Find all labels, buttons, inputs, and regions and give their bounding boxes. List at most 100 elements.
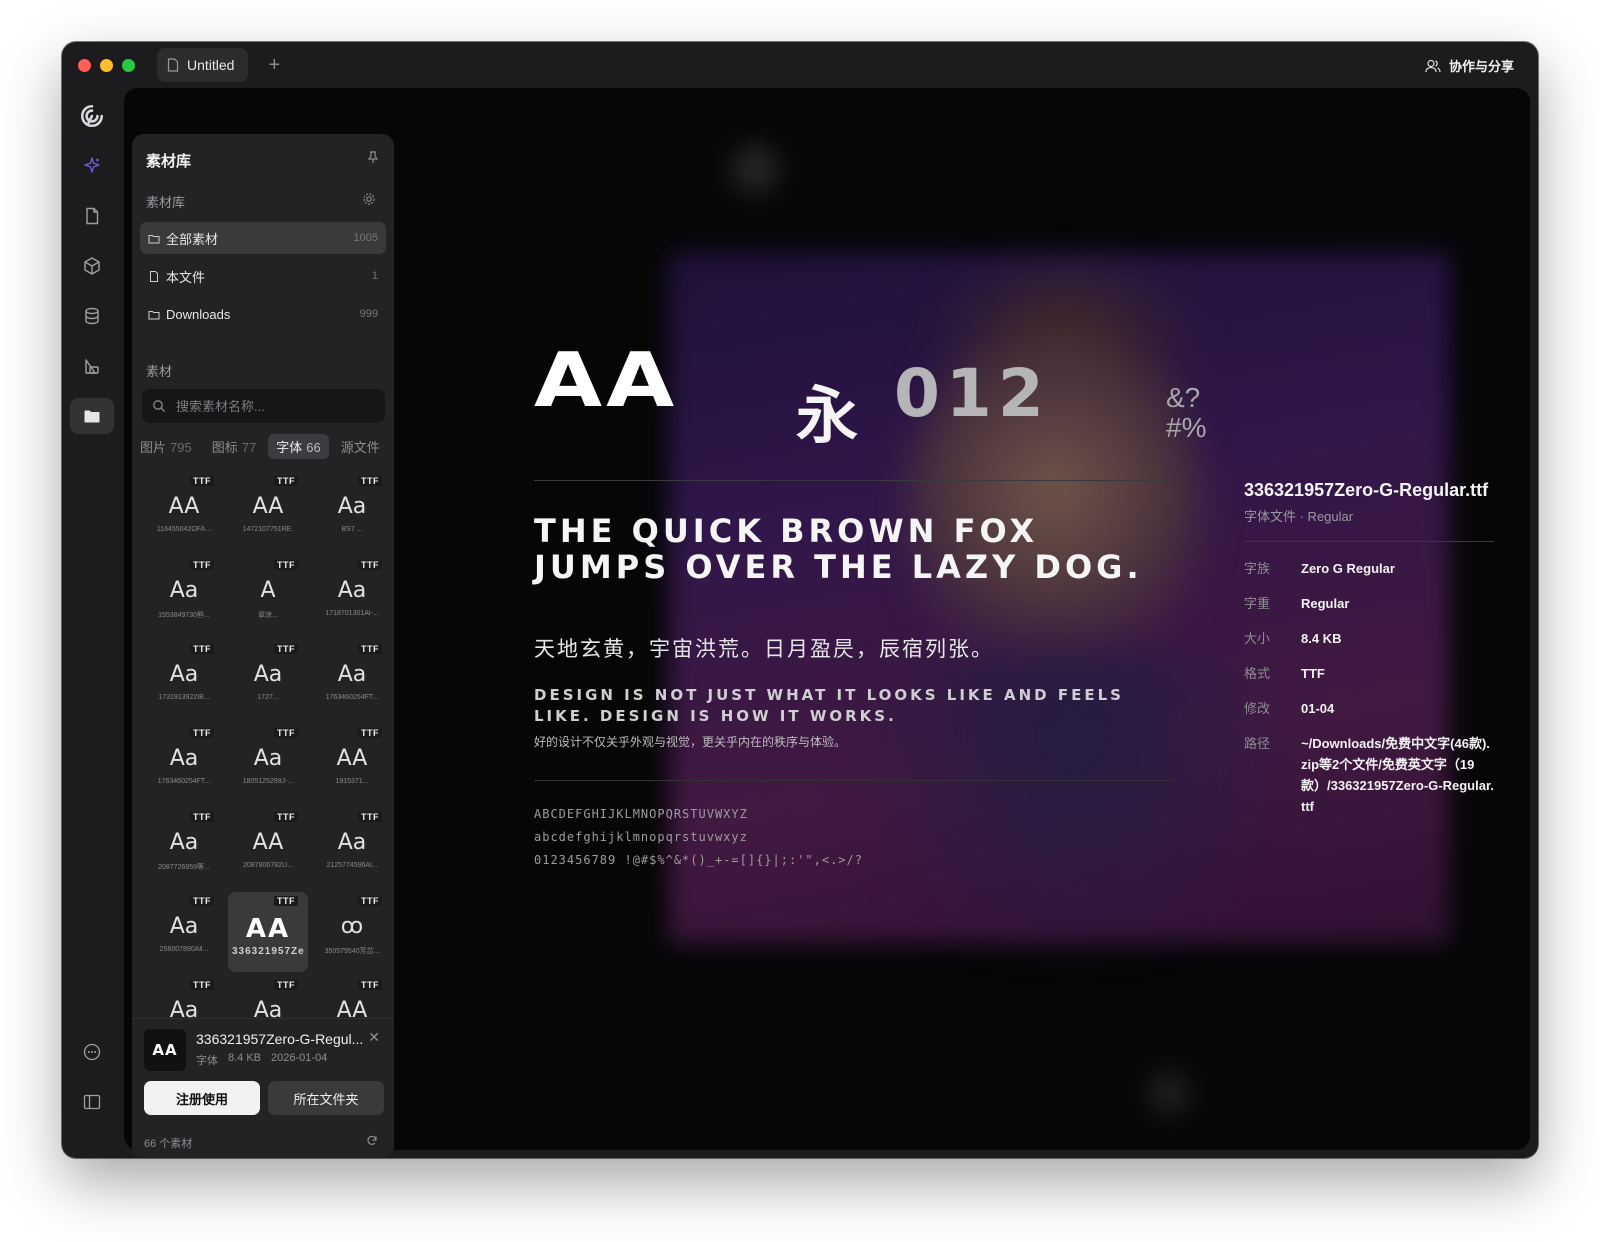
share-label: 协作与分享 xyxy=(1448,59,1514,74)
preview-quote-cn: 好的设计不仅关乎外观与视觉，更关乎内在的秩序与体验。 xyxy=(534,735,847,749)
library-item-downloads[interactable]: Downloads 999 xyxy=(140,298,386,330)
ttf-badge: TTF xyxy=(358,728,382,738)
library-item-current-file[interactable]: 本文件 1 xyxy=(140,260,386,292)
preview-pangram: The quick brown fox jumps over the lazy … xyxy=(534,512,1143,586)
left-rail xyxy=(62,88,124,1158)
font-grid-item[interactable]: TTF AA xyxy=(312,976,386,1018)
charset-digits-symbols: 0123456789 !@#$%^&*()_+-=[]{}|;:'",<.>/? xyxy=(534,853,863,867)
font-grid-item[interactable]: TTF A 翠凉... xyxy=(228,556,308,636)
close-icon[interactable]: ✕ xyxy=(368,1029,380,1046)
font-glyph-sample: AA xyxy=(336,746,368,771)
filter-source-files[interactable]: 源文件 xyxy=(333,434,388,459)
ttf-badge: TTF xyxy=(358,560,382,570)
divider xyxy=(534,480,1172,481)
selected-font-type: 字体 xyxy=(196,1055,218,1067)
refresh-icon[interactable] xyxy=(366,1135,378,1147)
search-input[interactable] xyxy=(174,397,368,415)
share-button[interactable]: 协作与分享 xyxy=(1425,56,1514,75)
font-grid-item[interactable]: TTF AA 336321957Ze xyxy=(228,892,308,972)
zoom-window-button[interactable] xyxy=(122,58,135,72)
font-glyph-sample: Aa xyxy=(169,662,199,687)
cube-icon[interactable] xyxy=(70,248,114,284)
close-window-button[interactable] xyxy=(78,58,91,72)
font-glyph-sample: Aa xyxy=(337,662,367,687)
font-grid-item[interactable]: TTF Aa BS7 ... xyxy=(312,472,386,552)
preview-quote: Design is not just what it looks like an… xyxy=(534,686,1124,725)
font-grid-item[interactable]: TTF AA 1472107751RE. xyxy=(228,472,308,552)
font-grid-item[interactable]: TTF Aa 2125774596Al... xyxy=(312,808,386,888)
font-grid-item[interactable]: TTF AA 2087806782U... xyxy=(228,808,308,888)
ttf-badge: TTF xyxy=(358,812,382,822)
font-file-name: BS7 ... xyxy=(341,526,363,533)
more-options-icon[interactable] xyxy=(70,1034,114,1070)
font-glyph-sample: Aa xyxy=(169,914,199,939)
document-tab[interactable]: Untitled xyxy=(157,48,249,82)
new-tab-button[interactable]: + xyxy=(268,55,280,75)
ttf-badge: TTF xyxy=(190,896,214,906)
font-grid-item[interactable]: TTF Aa 1805125299J-... xyxy=(228,724,308,804)
font-grid-item[interactable]: TTF Aa 1718701301Al-... xyxy=(312,556,386,636)
font-file-name: 1915371... xyxy=(335,778,369,785)
filter-icons[interactable]: 图标 77 xyxy=(204,434,264,459)
library-section-label: 素材库 xyxy=(146,195,186,210)
library-item-count: 1005 xyxy=(353,232,378,244)
font-grid-item[interactable]: TTF Aa 1727... xyxy=(228,640,308,720)
sidebar-toggle-icon[interactable] xyxy=(70,1084,114,1120)
font-grid: TTF AA 116455042OFA... TTF AA 1472107751RE. TT… xyxy=(140,472,386,1018)
font-grid-item[interactable]: TTF Aa 1763460254FT... xyxy=(144,724,224,804)
font-grid-item[interactable]: TTF Aa 1763460254FT... xyxy=(312,640,386,720)
ttf-badge: TTF xyxy=(274,560,298,570)
selected-font-thumbnail: AA xyxy=(144,1029,186,1071)
filter-fonts[interactable]: 字体 66 xyxy=(268,434,329,459)
font-file-name: 336321957Ze xyxy=(232,946,304,957)
ai-sparkle-icon[interactable] xyxy=(70,148,114,184)
font-grid-item[interactable]: TTF AA 116455042OFA... xyxy=(144,472,224,552)
ttf-badge: TTF xyxy=(190,980,214,990)
ttf-badge: TTF xyxy=(358,896,382,906)
font-grid-item[interactable]: TTF Aa 2087726959等... xyxy=(144,808,224,888)
charset-uppercase: ABCDEFGHIJKLMNOPQRSTUVWXYZ xyxy=(534,807,748,821)
ttf-badge: TTF xyxy=(274,896,298,906)
ttf-badge: TTF xyxy=(358,644,382,654)
shapes-icon[interactable] xyxy=(70,348,114,384)
material-library-panel: 素材库 素材库 全部素材 1005 本文件 1 Downloads 999 素材… xyxy=(132,134,394,1158)
search-field[interactable] xyxy=(142,389,385,423)
ttf-badge: TTF xyxy=(190,812,214,822)
library-item-all[interactable]: 全部素材 1005 xyxy=(140,222,386,254)
folder-icon[interactable] xyxy=(70,398,114,434)
info-row-modified: 修改 01-04 xyxy=(1244,701,1335,716)
font-grid-item[interactable]: TTF Aa 1553849730熊... xyxy=(144,556,224,636)
font-grid-item[interactable]: TTF Aa 1731913922IB... xyxy=(144,640,224,720)
font-file-name: 2125774596Al... xyxy=(326,862,378,869)
font-file-title: 336321957Zero-G-Regular.ttf xyxy=(1244,480,1489,500)
font-file-name: 1727... xyxy=(257,694,279,701)
title-bar: Untitled + 协作与分享 xyxy=(62,42,1538,88)
materials-section-label: 素材 xyxy=(146,364,173,379)
font-grid-item[interactable]: TTF Aa xyxy=(228,976,308,1018)
divider xyxy=(1244,541,1494,542)
file-icon[interactable] xyxy=(70,198,114,234)
font-grid-item[interactable]: TTF AA 1915371... xyxy=(312,724,386,804)
font-grid-item[interactable]: TTF Aa 256007890All... xyxy=(144,892,224,972)
gear-icon[interactable] xyxy=(362,192,376,206)
selected-font-meta: 字体 8.4 KB 2026-01-04 xyxy=(196,1052,327,1068)
font-glyph-sample: AA xyxy=(168,494,200,519)
document-icon xyxy=(167,58,179,72)
material-type-filters: 图片 795 图标 77 字体 66 源文件 xyxy=(132,434,394,459)
font-info-panel: 336321957Zero-G-Regular.ttf 字体文件 · Regul… xyxy=(1244,478,1494,817)
register-use-button[interactable]: 注册使用 xyxy=(144,1081,260,1115)
info-row-family: 字族 Zero G Regular xyxy=(1244,561,1395,576)
font-grid-item[interactable]: TTF ꝏ 350579540芳芯... xyxy=(312,892,386,972)
filter-images[interactable]: 图片 795 xyxy=(132,434,200,459)
show-in-folder-button[interactable]: 所在文件夹 xyxy=(268,1081,384,1115)
font-glyph-sample: Aa xyxy=(169,830,199,855)
font-file-name: 2087806782U... xyxy=(243,862,293,869)
database-icon[interactable] xyxy=(70,298,114,334)
minimize-window-button[interactable] xyxy=(100,58,113,72)
app-logo-icon[interactable] xyxy=(70,98,114,134)
font-grid-item[interactable]: TTF Aa xyxy=(144,976,224,1018)
ttf-badge: TTF xyxy=(190,476,214,486)
font-glyph-sample: A xyxy=(260,578,276,603)
pin-icon[interactable] xyxy=(366,150,380,164)
library-item-label: 本文件 xyxy=(166,269,206,285)
